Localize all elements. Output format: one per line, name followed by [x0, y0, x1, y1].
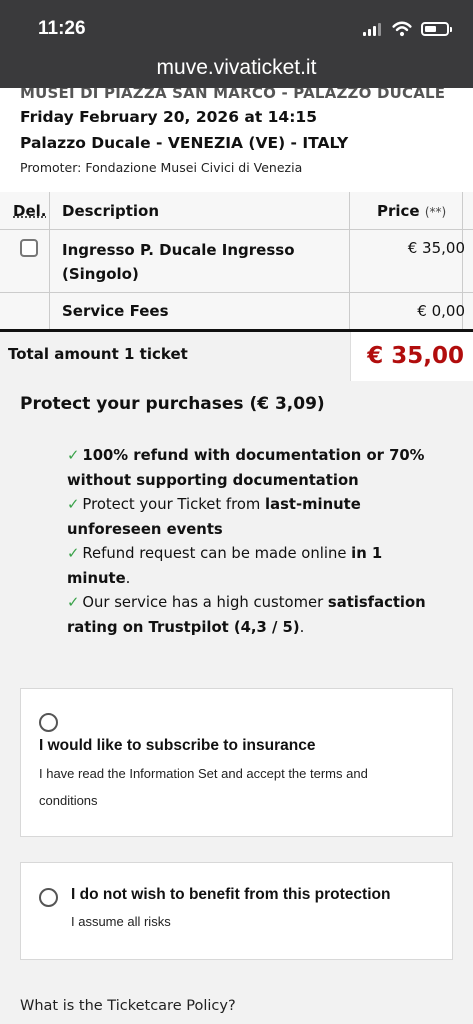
ticketcare-policy-link[interactable]: What is the Ticketcare Policy?	[20, 998, 236, 1014]
event-date: Friday February 20, 2026 at 14:15	[20, 108, 317, 126]
subscribe-insurance-description: I have read the Information Set and acce…	[39, 766, 368, 808]
checkmark-icon: ✓	[67, 545, 80, 562]
benefit-item-online-refund: ✓ Refund request can be made online in 1 …	[67, 542, 429, 591]
event-promoter: Promoter: Fondazione Musei Civici di Ven…	[20, 160, 303, 175]
checkout-page: MUSEI DI PIAZZA SAN MARCO - PALAZZO DUCA…	[0, 88, 473, 1024]
price-column-header: Price (**)	[377, 202, 446, 220]
event-venue: Palazzo Ducale - VENEZIA (VE) - ITALY	[20, 134, 349, 152]
benefit-item-last-minute: ✓ Protect your Ticket from last-minute un…	[67, 493, 429, 542]
signal-icon	[363, 22, 383, 36]
subscribe-insurance-title: I would like to subscribe to insurance	[39, 737, 316, 754]
ticket-table: Del. Description Price (**) Ingresso P. …	[0, 192, 473, 332]
delete-ticket-checkbox[interactable]	[20, 239, 38, 257]
price-header-note: (**)	[424, 205, 447, 219]
event-title: MUSEI DI PIAZZA SAN MARCO - PALAZZO DUCA…	[20, 88, 446, 102]
decline-protection-title: I do not wish to benefit from this prote…	[71, 886, 391, 903]
checkmark-icon: ✓	[67, 496, 80, 513]
total-amount: € 35,00	[367, 343, 464, 369]
ticket-description-line-1: Ingresso P. Ducale Ingresso	[62, 241, 295, 259]
benefit-online-text: Refund request can be made online	[82, 545, 352, 562]
subscribe-insurance-radio[interactable]	[39, 713, 58, 732]
protection-title: Protect your purchases (€ 3,09)	[20, 394, 325, 414]
event-summary: MUSEI DI PIAZZA SAN MARCO - PALAZZO DUCA…	[0, 88, 473, 193]
decline-protection-radio[interactable]	[39, 888, 58, 907]
checkmark-icon: ✓	[67, 447, 80, 464]
battery-icon	[421, 22, 452, 36]
benefit-trustpilot-text: Our service has a high customer	[82, 594, 328, 611]
status-bar: 11:26	[0, 0, 473, 58]
decline-protection-option[interactable]: I do not wish to benefit from this prote…	[20, 862, 453, 960]
status-icons	[363, 20, 452, 38]
decline-protection-description: I assume all risks	[71, 914, 171, 929]
delete-column-header: Del.	[13, 202, 47, 220]
wifi-icon	[392, 21, 412, 37]
service-fees-label: Service Fees	[62, 302, 169, 320]
service-fees-price: € 0,00	[417, 302, 465, 320]
subscribe-insurance-option[interactable]: I would like to subscribe to insurance I…	[20, 688, 453, 837]
total-row: Total amount 1 ticket € 35,00	[0, 329, 473, 381]
ticket-description-line-2: (Singolo)	[62, 265, 139, 283]
ticket-description: Ingresso P. Ducale Ingresso (Singolo)	[62, 238, 295, 286]
benefit-refund-text: 100% refund with documentation or 70% wi…	[67, 447, 425, 489]
benefit-trustpilot-period: .	[299, 618, 305, 636]
benefit-last-minute-text: Protect your Ticket from	[82, 496, 266, 513]
benefit-item-trustpilot: ✓ Our service has a high customer satisfa…	[67, 591, 429, 640]
benefit-item-refund: ✓ 100% refund with documentation or 70% w…	[67, 444, 429, 493]
status-time: 11:26	[38, 18, 86, 39]
total-label: Total amount 1 ticket	[8, 345, 188, 363]
protection-benefits: ✓ 100% refund with documentation or 70% w…	[67, 444, 429, 640]
total-price-box: € 35,00	[350, 332, 473, 381]
description-column-header: Description	[62, 202, 160, 220]
price-header-label: Price	[377, 202, 420, 220]
checkmark-icon: ✓	[67, 594, 80, 611]
benefit-online-period: .	[125, 569, 131, 587]
address-bar[interactable]: muve.vivaticket.it	[0, 57, 473, 88]
ticket-price: € 35,00	[407, 239, 465, 257]
